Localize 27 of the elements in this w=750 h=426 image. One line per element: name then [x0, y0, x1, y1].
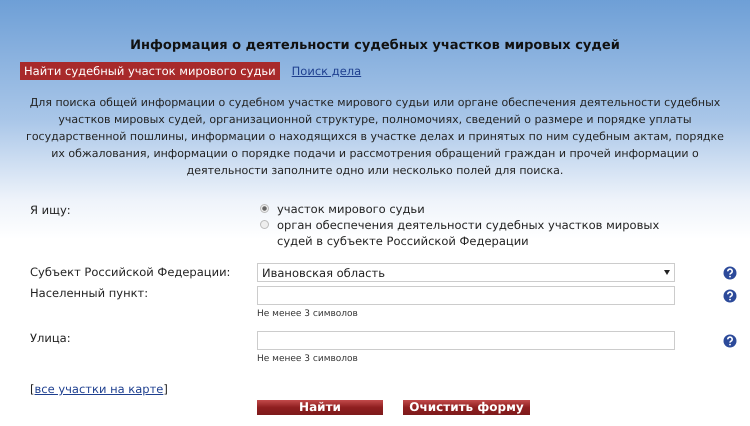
hint-text: Не менее 3 символов	[257, 309, 359, 319]
field-label: Субъект Российской Федерации:	[30, 264, 232, 279]
page-title: Информация о деятельности судебных участков мировых судей	[129, 38, 621, 53]
tab[interactable]: Поиск дела	[288, 62, 366, 80]
field-label: Населенный пункт:	[30, 286, 150, 300]
input-field[interactable]	[257, 331, 675, 350]
radio-button[interactable]	[260, 204, 269, 213]
select-value: Ивановская область	[262, 266, 385, 280]
help-icon[interactable]	[723, 289, 737, 303]
tab[interactable]: Найти судебный участок мирового судьи	[20, 62, 280, 80]
help-icon[interactable]	[723, 334, 737, 348]
radio-label: участок мирового судьи	[277, 201, 425, 217]
bracket: ]	[163, 382, 168, 396]
radio-button[interactable]	[260, 220, 269, 229]
radio-option[interactable]: участок мирового судьи	[257, 201, 677, 217]
bracket: [	[30, 382, 34, 396]
map-link[interactable]: все участки на карте	[34, 382, 164, 396]
caret-icon	[664, 270, 670, 275]
clear-button[interactable]: Очистить форму	[403, 400, 530, 415]
input-field[interactable]	[257, 286, 675, 305]
hint-text: Не менее 3 символов	[257, 354, 359, 364]
help-icon[interactable]	[723, 266, 737, 280]
description: Для поиска общей информации о судебном участке мирового судьи или органе обеспечения деятельности судебных участков мировых судей, организационной структуре, полномочиях, сведений о размере и порядке уплаты государственной пошлины, информации о находящихся в участке делах и принятых по ним судебным актам, порядке их обжалования, информации о порядке подачи и рассмотрения обращений граждан и прочей информации о деятельности заполните одно или несколько полей для поиска.	[25, 95, 725, 179]
field-label: Улица:	[30, 331, 72, 345]
search-button[interactable]: Найти	[257, 400, 383, 415]
region-select[interactable]: Ивановская область	[257, 263, 675, 282]
field-label: Я ищу:	[30, 202, 72, 217]
